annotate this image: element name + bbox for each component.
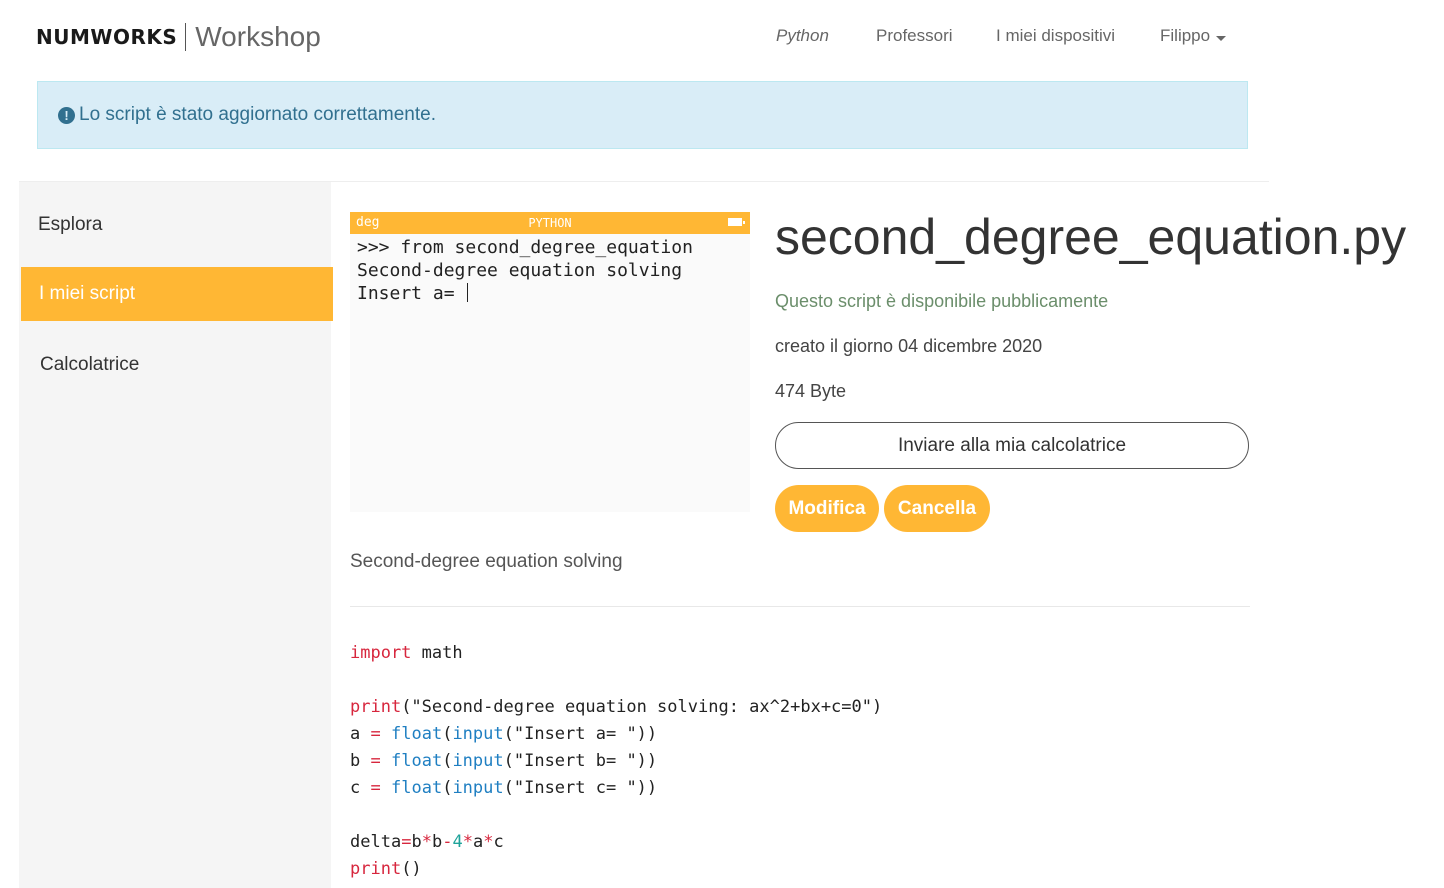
code-token: * <box>421 832 432 852</box>
code-token: b <box>350 751 361 771</box>
code-line: b = float(input("Insert b= ")) <box>350 751 658 771</box>
code-token: () <box>401 859 422 879</box>
code-token: c <box>493 832 504 852</box>
sidebar-item-my-scripts[interactable]: I miei script <box>21 267 333 321</box>
code-line: ​ <box>350 802 882 829</box>
code-token: = <box>370 778 381 798</box>
text-cursor <box>467 283 469 302</box>
brand-subtitle[interactable]: Workshop <box>195 21 321 53</box>
code-token: a <box>472 832 484 852</box>
code-line: delta=b*b-4*a*c <box>350 829 882 856</box>
code-token: c <box>350 778 361 798</box>
code-token: = <box>370 724 381 744</box>
delete-button[interactable]: Cancella <box>884 485 990 532</box>
code-token: math <box>411 643 463 663</box>
code-token: b <box>431 832 443 852</box>
code-line: print() <box>350 856 882 883</box>
user-name: Filippo <box>1160 26 1211 45</box>
code-token: print <box>350 697 402 717</box>
simulator-console[interactable]: >>> from second_degree_equation Second-de… <box>350 234 727 305</box>
console-line: Second-degree equation solving <box>357 260 683 281</box>
caret-down-icon <box>1216 35 1227 41</box>
code-token: input <box>452 751 504 771</box>
code-token: input <box>452 724 504 744</box>
code-line: import math <box>350 640 882 667</box>
simulator-app-name: PYTHON <box>528 216 572 230</box>
success-alert: ! Lo script è stato aggiornato correttam… <box>37 81 1248 149</box>
code-line: c = float(input("Insert c= ")) <box>350 778 658 798</box>
code-token: ("Second-degree equation solving: ax^2+b… <box>401 697 883 717</box>
code-token: float <box>391 724 443 744</box>
send-to-calculator-button[interactable]: Inviare alla mia calcolatrice <box>775 422 1249 469</box>
code-line: a = float(input("Insert a= ")) <box>350 724 658 744</box>
code-line: print("Second-degree equation solving: a… <box>350 694 882 721</box>
code-token: print <box>350 859 402 879</box>
code-token: float <box>391 751 443 771</box>
code-token: 4 <box>452 832 463 852</box>
nav-devices[interactable]: I miei dispositivi <box>996 26 1115 46</box>
script-description: Second-degree equation solving <box>350 551 623 572</box>
code-token: input <box>452 778 504 798</box>
code-token: float <box>391 778 443 798</box>
code-token: import <box>350 643 412 663</box>
nav-python[interactable]: Python <box>776 26 829 46</box>
script-title: second_degree_equation.py <box>775 209 1407 265</box>
nav-professors[interactable]: Professori <box>876 26 953 46</box>
brand-logo[interactable]: NUMWORKS <box>36 25 177 49</box>
brand[interactable]: NUMWORKS Workshop <box>36 20 321 54</box>
user-menu[interactable]: Filippo <box>1160 26 1227 46</box>
created-date: creato il giorno 04 dicembre 2020 <box>775 336 1043 356</box>
console-line: >>> from second_degree_equation <box>357 237 693 258</box>
code-line: ​ <box>350 667 882 694</box>
code-token: = <box>401 832 412 852</box>
code-token: b <box>411 832 422 852</box>
code-token: ("Insert b= ")) <box>503 751 658 771</box>
simulator-status-bar: deg PYTHON <box>350 212 750 234</box>
code-token: ("Insert a= ")) <box>503 724 658 744</box>
code-token: a <box>350 724 361 744</box>
exclamation-circle-icon: ! <box>58 106 75 124</box>
code-listing: import math​print("Second-degree equatio… <box>350 640 882 883</box>
code-token: - <box>442 832 453 852</box>
console-prompt: Insert a= <box>357 283 466 304</box>
console-input-line: Insert a= <box>357 282 727 305</box>
calculator-simulator[interactable]: deg PYTHON >>> from second_degree_equati… <box>350 212 750 512</box>
visibility-status: Questo script è disponibile pubblicament… <box>775 291 1109 311</box>
sidebar: Esplora I miei script Calcolatrice <box>19 182 333 888</box>
file-size: 474 Byte <box>775 381 847 401</box>
content-divider <box>350 606 1250 607</box>
code-token: * <box>483 832 494 852</box>
brand-divider <box>185 23 187 51</box>
edit-button[interactable]: Modifica <box>775 485 879 532</box>
code-token: * <box>462 832 473 852</box>
sidebar-item-explore[interactable]: Esplora <box>19 214 331 236</box>
code-token: delta <box>350 832 402 852</box>
code-token: ("Insert c= ")) <box>503 778 658 798</box>
code-token: = <box>370 751 381 771</box>
battery-icon <box>728 218 745 226</box>
alert-message: Lo script è stato aggiornato correttamen… <box>79 104 436 125</box>
sidebar-item-calculator[interactable]: Calcolatrice <box>19 354 331 376</box>
